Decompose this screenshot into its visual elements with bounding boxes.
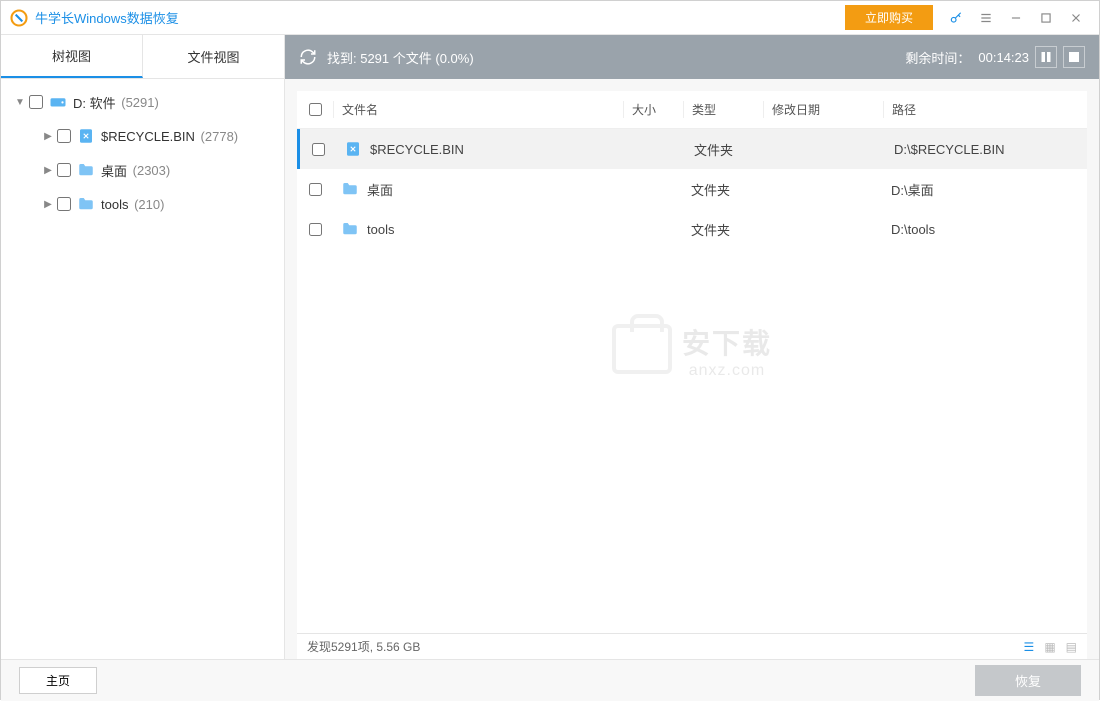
row-checkbox[interactable]	[312, 143, 325, 156]
chevron-right-icon[interactable]: ▶	[41, 165, 55, 176]
tree-item-label: 桌面	[101, 161, 127, 180]
key-icon[interactable]	[943, 5, 969, 31]
table-row[interactable]: $RECYCLE.BIN 文件夹 D:\$RECYCLE.BIN	[297, 129, 1087, 169]
remaining-time-label: 剩余时间：	[905, 48, 970, 67]
list-view-icon[interactable]: ☰	[1024, 640, 1035, 654]
recover-button[interactable]: 恢复	[975, 665, 1081, 696]
th-path[interactable]: 路径	[883, 101, 1087, 118]
tree-item-count: (2778)	[201, 129, 239, 144]
table-header: 文件名 大小 类型 修改日期 路径	[297, 91, 1087, 129]
maximize-icon[interactable]	[1033, 5, 1059, 31]
refresh-icon	[299, 48, 317, 66]
detail-view-icon[interactable]: ▤	[1066, 640, 1077, 654]
th-size[interactable]: 大小	[623, 101, 683, 118]
tree-item-label: $RECYCLE.BIN	[101, 129, 195, 144]
tree-root-label: D: 软件	[73, 93, 116, 112]
tree-item-count: (2303)	[133, 163, 171, 178]
folder-icon	[341, 220, 359, 238]
tree-item[interactable]: ▶ tools (210)	[1, 187, 284, 221]
row-name: $RECYCLE.BIN	[370, 142, 464, 157]
scan-status-bar: 找到: 5291 个文件 (0.0%) 剩余时间： 00:14:23	[285, 35, 1099, 79]
th-type[interactable]: 类型	[683, 101, 763, 118]
summary-text: 发现5291项, 5.56 GB	[307, 638, 420, 655]
tree-item-count: (210)	[134, 197, 164, 212]
content-panel: 文件名 大小 类型 修改日期 路径 $RECYCLE.BIN 文件夹 D:\$R…	[285, 79, 1099, 659]
grid-view-icon[interactable]: ▦	[1044, 640, 1055, 654]
tree-root-count: (5291)	[121, 95, 159, 110]
view-tabs: 树视图 文件视图	[1, 35, 285, 79]
app-title: 牛学长Windows数据恢复	[35, 8, 179, 27]
tab-tree-view[interactable]: 树视图	[1, 35, 143, 78]
row-path: D:\$RECYCLE.BIN	[886, 142, 1087, 157]
row-type: 文件夹	[686, 140, 766, 159]
home-button[interactable]: 主页	[19, 667, 97, 694]
chevron-right-icon[interactable]: ▶	[41, 131, 55, 142]
content-footer: 发现5291项, 5.56 GB ☰ ▦ ▤	[297, 633, 1087, 659]
file-table: 文件名 大小 类型 修改日期 路径 $RECYCLE.BIN 文件夹 D:\$R…	[297, 91, 1087, 633]
row-type: 文件夹	[683, 220, 763, 239]
folder-icon	[341, 180, 359, 198]
drive-icon	[49, 93, 67, 111]
pause-button[interactable]	[1035, 46, 1057, 68]
chevron-right-icon[interactable]: ▶	[41, 199, 55, 210]
tree-item-checkbox[interactable]	[57, 163, 71, 177]
sidebar-tree: ▼ D: 软件 (5291) ▶ $RECYCLE.BIN (2778) ▶ 桌…	[1, 79, 285, 659]
tree-item-checkbox[interactable]	[57, 197, 71, 211]
row-path: D:\tools	[883, 222, 1087, 237]
folder-icon	[77, 161, 95, 179]
tabs-row: 树视图 文件视图 找到: 5291 个文件 (0.0%) 剩余时间： 00:14…	[1, 35, 1099, 79]
tree-root-checkbox[interactable]	[29, 95, 43, 109]
stop-button[interactable]	[1063, 46, 1085, 68]
tree-item[interactable]: ▶ 桌面 (2303)	[1, 153, 284, 187]
close-icon[interactable]	[1063, 5, 1089, 31]
table-row[interactable]: 桌面 文件夹 D:\桌面	[297, 169, 1087, 209]
chevron-down-icon[interactable]: ▼	[13, 97, 27, 108]
minimize-icon[interactable]	[1003, 5, 1029, 31]
tree-root[interactable]: ▼ D: 软件 (5291)	[1, 85, 284, 119]
view-mode-icons: ☰ ▦ ▤	[1024, 640, 1077, 654]
app-logo-icon	[9, 8, 29, 28]
folder-icon	[77, 195, 95, 213]
watermark: 安下载 anxz.com	[612, 322, 772, 380]
select-all-checkbox[interactable]	[309, 103, 322, 116]
tree-item-label: tools	[101, 197, 128, 212]
row-checkbox[interactable]	[309, 183, 322, 196]
table-row[interactable]: tools 文件夹 D:\tools	[297, 209, 1087, 249]
menu-icon[interactable]	[973, 5, 999, 31]
found-count-text: 找到: 5291 个文件 (0.0%)	[327, 48, 474, 67]
recycle-bin-icon	[344, 140, 362, 158]
recycle-bin-icon	[77, 127, 95, 145]
row-path: D:\桌面	[883, 180, 1087, 199]
row-name: 桌面	[367, 180, 393, 199]
bottom-bar: 主页 恢复	[1, 659, 1099, 701]
row-name: tools	[367, 222, 394, 237]
tree-item-checkbox[interactable]	[57, 129, 71, 143]
row-checkbox[interactable]	[309, 223, 322, 236]
row-type: 文件夹	[683, 180, 763, 199]
remaining-time-value: 00:14:23	[978, 50, 1029, 65]
titlebar: 牛学长Windows数据恢复 立即购买	[1, 1, 1099, 35]
th-name[interactable]: 文件名	[333, 101, 623, 118]
tab-file-view[interactable]: 文件视图	[143, 35, 285, 78]
tree-item[interactable]: ▶ $RECYCLE.BIN (2778)	[1, 119, 284, 153]
buy-now-button[interactable]: 立即购买	[845, 5, 933, 30]
th-date[interactable]: 修改日期	[763, 101, 883, 118]
main-area: ▼ D: 软件 (5291) ▶ $RECYCLE.BIN (2778) ▶ 桌…	[1, 79, 1099, 659]
